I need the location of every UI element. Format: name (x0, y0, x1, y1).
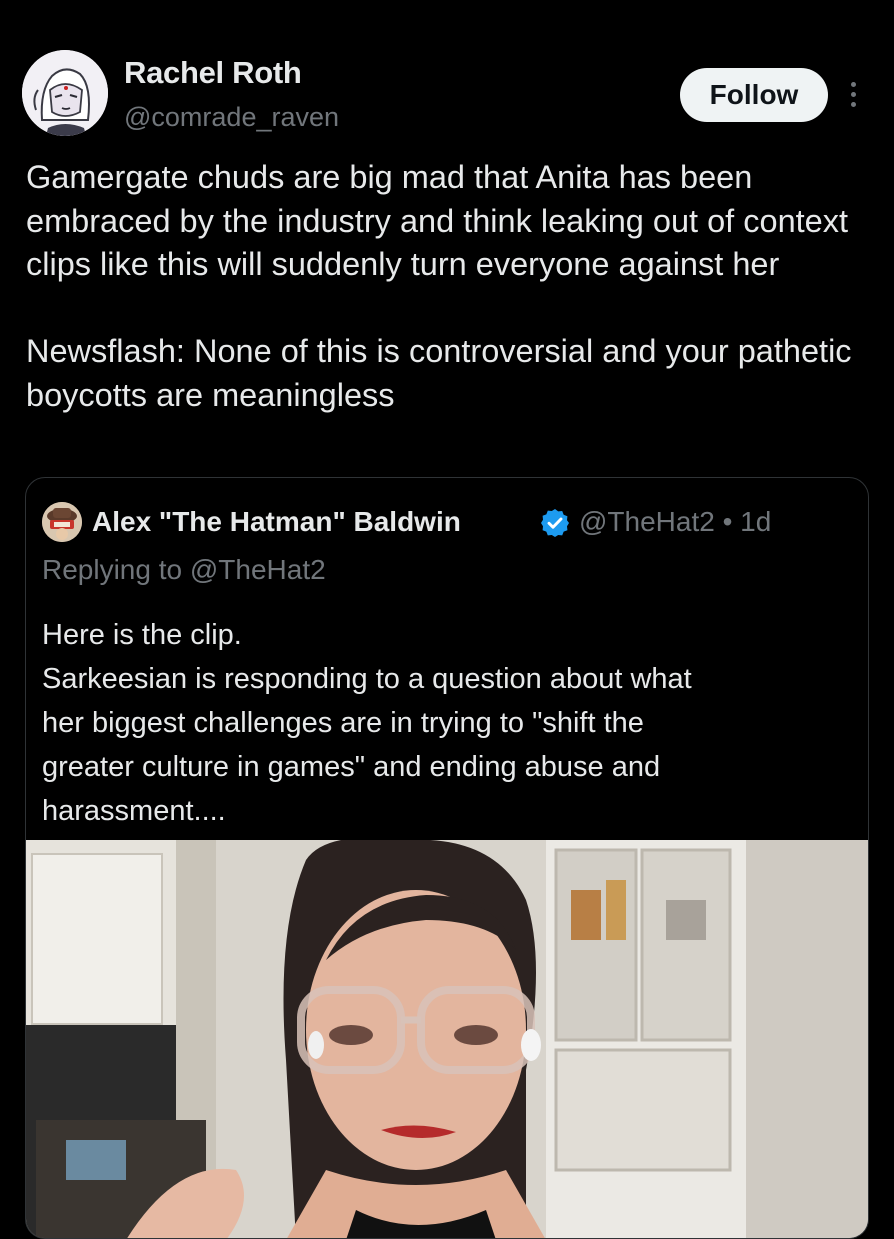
quoted-author-avatar[interactable] (42, 502, 82, 542)
quoted-tweet[interactable]: Alex "The Hatman" Baldwin @TheHat2 • 1d … (25, 477, 869, 1239)
quoted-text-line: greater culture in games" and ending abu… (42, 751, 661, 783)
video-thumbnail[interactable] (26, 840, 868, 1238)
quoted-text-line: Here is the clip. (42, 619, 242, 651)
author-avatar[interactable] (22, 50, 108, 136)
quoted-tweet-text: Here is the clip. Sarkeesian is respondi… (42, 613, 852, 833)
quoted-text-line: Sarkeesian is responding to a question a… (42, 663, 692, 695)
verified-badge-icon (541, 509, 569, 537)
video-still-image (26, 840, 868, 1238)
avatar-illustration (22, 50, 108, 136)
quoted-avatar-illustration (42, 502, 82, 542)
author-display-name[interactable]: Rachel Roth (124, 55, 302, 91)
quoted-author-name[interactable]: Alex "The Hatman" Baldwin (92, 506, 461, 538)
follow-button[interactable]: Follow (680, 68, 828, 122)
replying-to: Replying to @TheHat2 (42, 554, 326, 585)
tweet-text: Gamergate chuds are big mad that Anita h… (26, 156, 876, 417)
quoted-handle-time: @TheHat2 • 1d (579, 506, 772, 537)
quoted-text-line: her biggest challenges are in trying to … (42, 707, 644, 739)
author-handle[interactable]: @comrade_raven (124, 102, 339, 133)
quoted-text-line: harassment.... (42, 795, 226, 827)
tweet-paragraph: Gamergate chuds are big mad that Anita h… (26, 159, 849, 282)
tweet-paragraph: Newsflash: None of this is controversial… (26, 333, 852, 413)
more-options-icon[interactable] (840, 74, 866, 114)
post: Rachel Roth @comrade_raven Follow Gamerg… (0, 0, 894, 1239)
